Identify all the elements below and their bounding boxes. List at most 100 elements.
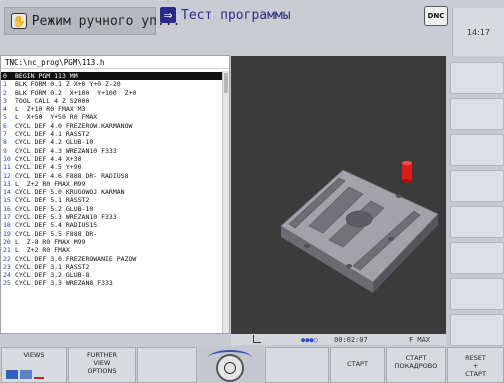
line-code: CYCL DEF 5.2 GLUB-10 (15, 204, 94, 213)
vertical-softkey-6[interactable] (450, 242, 504, 274)
line-number: 23 (3, 262, 11, 271)
hand-icon: ✋ (11, 13, 27, 29)
program-line[interactable]: 12 CYCL DEF 4.6 F888 DR- RADIUS8 (1, 172, 223, 180)
program-line[interactable]: 5 L X+50 Y+50 R0 FMAX (1, 113, 223, 121)
line-code: CYCL DEF 4.2 GLUB-10 (15, 138, 94, 147)
reset-label-3: СТАРТ (465, 370, 486, 378)
start-single-block-softkey[interactable]: СТАРТ ПОКАДРОВО (386, 347, 446, 383)
line-code: L Z+10 R0 FMAX M3 (15, 105, 86, 114)
line-code: CYCL DEF 4.1 RASST2 (15, 130, 90, 139)
line-number: 4 (3, 105, 7, 114)
line-number: 3 (3, 96, 7, 105)
line-number: 22 (3, 254, 11, 263)
line-code: CYCL DEF 4.5 Y+90 (15, 163, 82, 172)
line-code: L Z+2 R0 FMAX (15, 246, 70, 255)
program-line[interactable]: 25 CYCL DEF 3.3 WREZAN8 F333 (1, 279, 223, 287)
header-bar: ✋ Режим ручного уп... ⇒ Тест программы D… (0, 0, 504, 56)
line-number: 12 (3, 171, 11, 180)
mode-tab-program-test[interactable]: ⇒ Тест программы (160, 2, 410, 28)
sim-speed-softkey[interactable] (198, 346, 264, 383)
program-line[interactable]: 21 L Z+2 R0 FMAX (1, 246, 223, 254)
speed-dial-icon (216, 354, 244, 382)
program-line[interactable]: 9 CYCL DEF 4.3 WREZAN10 F333 (1, 147, 223, 155)
program-line[interactable]: 2 BLK FORM 0.2 X+100 Y+100 Z+0 (1, 89, 223, 97)
program-line[interactable]: 19 CYCL DEF 5.5 F888 DR- (1, 230, 223, 238)
empty-softkey-3[interactable] (137, 347, 197, 383)
program-line[interactable]: 11 CYCL DEF 4.5 Y+90 (1, 163, 223, 171)
program-line[interactable]: 14 CYCL DEF 5.0 KRUGOWOJ KARMAN (1, 188, 223, 196)
start-softkey[interactable]: СТАРТ (330, 347, 385, 383)
reset-label-2: + (472, 362, 479, 370)
view-plan-icon (20, 370, 32, 379)
program-line[interactable]: 1 BLK FORM 0.1 Z X+0 Y+0 Z-20 (1, 80, 223, 88)
line-code: BLK FORM 0.1 Z X+0 Y+0 Z-20 (15, 80, 121, 89)
line-number: 1 (3, 80, 7, 89)
progress-dots-icon: ●●●○ (301, 335, 318, 344)
line-code: CYCL DEF 4.6 F888 DR- RADIUS8 (15, 171, 129, 180)
reset-start-softkey[interactable]: RESET + СТАРТ (447, 347, 504, 383)
program-line[interactable]: 3 TOOL CALL 4 Z S2000 (1, 97, 223, 105)
vertical-softkey-5[interactable] (450, 206, 504, 238)
line-code: CYCL DEF 3.2 GLUB-8 (15, 271, 90, 280)
vertical-softkey-3[interactable] (450, 134, 504, 166)
line-code: CYCL DEF 5.3 WREZAN10 F333 (15, 213, 117, 222)
program-scrollbar[interactable] (222, 71, 229, 333)
views-softkey[interactable]: VIEWS (1, 347, 67, 383)
line-number: 18 (3, 221, 11, 230)
axis-icon (253, 335, 261, 343)
start-block-label-2: ПОКАДРОВО (394, 362, 438, 370)
program-line[interactable]: 4 L Z+10 R0 FMAX M3 (1, 105, 223, 113)
line-number: 5 (3, 113, 7, 122)
view-3d-icon (6, 370, 18, 379)
program-line[interactable]: 22 CYCL DEF 3.0 FREZEROWANIE PAZOW (1, 255, 223, 263)
program-line[interactable]: 6 CYCL DEF 4.0 FREZEROW.KARMANOW (1, 122, 223, 130)
program-line[interactable]: 15 CYCL DEF 5.1 RASST2 (1, 196, 223, 204)
simulation-graphic (231, 56, 446, 334)
program-line[interactable]: 7 CYCL DEF 4.1 RASST2 (1, 130, 223, 138)
program-line[interactable]: 13 L Z+2 R0 FMAX M99 (1, 180, 223, 188)
line-code: TOOL CALL 4 Z S2000 (15, 96, 90, 105)
line-code: BLK FORM 0.2 X+100 Y+100 Z+0 (15, 88, 137, 97)
views-label: VIEWS (23, 351, 45, 359)
feed-rate: F MAX (409, 335, 431, 344)
program-mode-label: Тест программы (181, 7, 291, 23)
program-line[interactable]: 16 CYCL DEF 5.2 GLUB-10 (1, 205, 223, 213)
line-code: CYCL DEF 4.4 X+30 (15, 154, 82, 163)
vertical-softkey-7[interactable] (450, 278, 504, 310)
line-code: CYCL DEF 3.1 RASST2 (15, 262, 90, 271)
workpiece-3d-view (280, 161, 439, 293)
line-number: 20 (3, 237, 11, 246)
program-line[interactable]: 0 BEGIN PGM 113 MM (1, 72, 223, 81)
line-number: 7 (3, 130, 7, 139)
line-code: L Z+2 R0 FMAX M99 (15, 179, 86, 188)
horizontal-softkey-bar: VIEWS FURTHER VIEW OPTIONS СТАРТ СТАРТ П… (0, 346, 504, 383)
further-label-1: FURTHER (86, 351, 118, 359)
program-arrow-icon: ⇒ (160, 7, 176, 23)
program-line[interactable]: 24 CYCL DEF 3.2 GLUB-8 (1, 271, 223, 279)
program-line[interactable]: 20 L Z-8 R0 FMAX M99 (1, 238, 223, 246)
line-number: 0 (3, 72, 7, 80)
empty-softkey-5[interactable] (265, 347, 329, 383)
further-view-options-softkey[interactable]: FURTHER VIEW OPTIONS (68, 347, 136, 383)
views-icons (4, 367, 48, 380)
vertical-softkey-2[interactable] (450, 98, 504, 130)
line-number: 10 (3, 154, 11, 163)
line-number: 25 (3, 279, 11, 288)
program-line[interactable]: 8 CYCL DEF 4.2 GLUB-10 (1, 138, 223, 146)
mode-tab-manual[interactable]: ✋ Режим ручного уп... (4, 7, 180, 35)
dnc-icon: DNC (424, 6, 448, 26)
program-line[interactable]: 17 CYCL DEF 5.3 WREZAN10 F333 (1, 213, 223, 221)
line-number: 16 (3, 204, 11, 213)
line-code: CYCL DEF 5.0 KRUGOWOJ KARMAN (15, 188, 125, 197)
vertical-softkey-8[interactable] (450, 314, 504, 346)
scrollbar-thumb[interactable] (224, 73, 228, 93)
program-line[interactable]: 10 CYCL DEF 4.4 X+30 (1, 155, 223, 163)
program-line[interactable]: 18 CYCL DEF 5.4 RADIUS15 (1, 221, 223, 229)
line-code: CYCL DEF 4.0 FREZEROW.KARMANOW (15, 121, 133, 130)
line-code: CYCL DEF 5.1 RASST2 (15, 196, 90, 205)
line-number: 6 (3, 121, 7, 130)
tool-icon (402, 163, 412, 181)
vertical-softkey-1[interactable] (450, 62, 504, 94)
program-line[interactable]: 23 CYCL DEF 3.1 RASST2 (1, 263, 223, 271)
vertical-softkey-4[interactable] (450, 170, 504, 202)
